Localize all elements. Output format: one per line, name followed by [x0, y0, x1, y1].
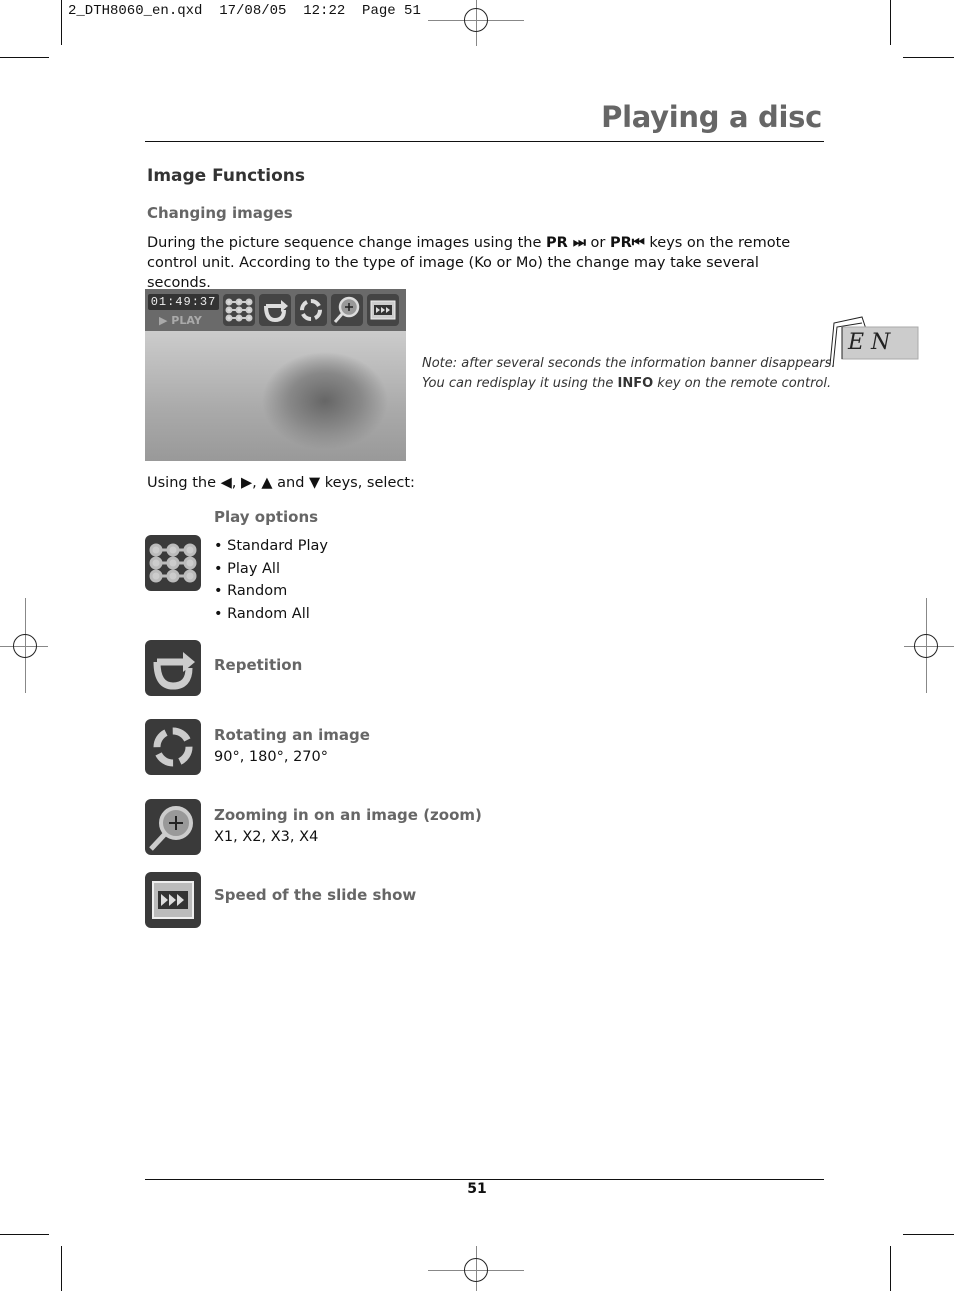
rotate-icon — [295, 294, 327, 326]
list-item: • Random All — [214, 606, 310, 623]
text: or — [585, 235, 610, 251]
function-title: Rotating an image — [214, 726, 370, 744]
footer-rule — [145, 1179, 824, 1180]
play-options-icon — [223, 294, 255, 326]
page-number: 51 — [467, 1181, 487, 1197]
crop-mark — [61, 0, 62, 45]
file-slug: 2_DTH8060_en.qxd 17/08/05 12:22 Page 51 — [68, 3, 421, 19]
info-banner: 01:49:37 ▶ PLAY — [145, 289, 406, 331]
text: keys, select: — [320, 475, 415, 491]
zoom-icon — [145, 799, 201, 855]
list-item: • Random — [214, 583, 288, 600]
play-options-list: • Standard Play • Play All • Random • Ra… — [214, 535, 328, 626]
language-label: E N — [848, 330, 891, 355]
text: control unit. According to the type of i… — [147, 255, 759, 291]
text: key on the remote control. — [653, 376, 832, 391]
text: You can redisplay it using the — [422, 376, 618, 391]
up-arrow-icon: ▲ — [261, 475, 273, 491]
right-arrow-icon: ▶ — [240, 475, 253, 491]
list-item: • Play All — [214, 560, 280, 577]
speed-icon — [145, 872, 201, 928]
time-readout: 01:49:37 — [148, 294, 219, 310]
text: , — [252, 475, 262, 491]
subsection-title: Changing images — [147, 204, 293, 222]
rotate-icon — [145, 719, 201, 775]
left-arrow-icon: ◀ — [220, 475, 232, 491]
zoom-icon — [331, 294, 363, 326]
function-title: Zooming in on an image (zoom) — [214, 806, 482, 824]
next-key: PR ⏭ — [545, 235, 586, 251]
text: keys on the remote — [644, 235, 791, 251]
function-title: Play options — [214, 508, 319, 526]
crop-mark — [903, 57, 954, 58]
text: , — [231, 475, 241, 491]
section-title: Image Functions — [147, 166, 306, 186]
play-status: ▶ PLAY — [159, 314, 202, 327]
crop-mark — [0, 57, 49, 58]
speed-icon — [367, 294, 399, 326]
crop-mark — [890, 1246, 891, 1291]
crop-mark — [890, 0, 891, 45]
function-title: Speed of the slide show — [214, 886, 417, 904]
repeat-icon — [259, 294, 291, 326]
function-detail: X1, X2, X3, X4 — [214, 829, 319, 845]
changing-paragraph: During the picture sequence change image… — [147, 233, 827, 293]
play-options-icon — [145, 535, 201, 591]
text: During the picture sequence change image… — [147, 235, 546, 251]
list-item: • Standard Play — [214, 538, 328, 554]
header-rule — [145, 141, 824, 142]
screen-capture: 01:49:37 ▶ PLAY — [145, 289, 406, 461]
page-title: Playing a disc — [601, 100, 822, 134]
text: Using the — [147, 475, 221, 491]
navigation-instruction: Using the ◀, ▶, ▲ and ▼ keys, select: — [147, 473, 415, 493]
function-title: Repetition — [214, 656, 303, 674]
prev-key: PR⏮ — [609, 235, 645, 251]
crop-mark — [61, 1246, 62, 1291]
note: Note: after several seconds the informat… — [422, 354, 836, 394]
text: Note: after several seconds the informat… — [422, 356, 836, 371]
crop-mark — [0, 1234, 49, 1235]
lion-photo — [145, 331, 406, 461]
language-tab: E N — [828, 315, 920, 373]
crop-mark — [903, 1234, 954, 1235]
info-key: INFO — [617, 376, 654, 391]
repeat-icon — [145, 640, 201, 696]
down-arrow-icon: ▼ — [309, 475, 321, 491]
text: and — [272, 475, 310, 491]
function-detail: 90°, 180°, 270° — [214, 749, 328, 765]
